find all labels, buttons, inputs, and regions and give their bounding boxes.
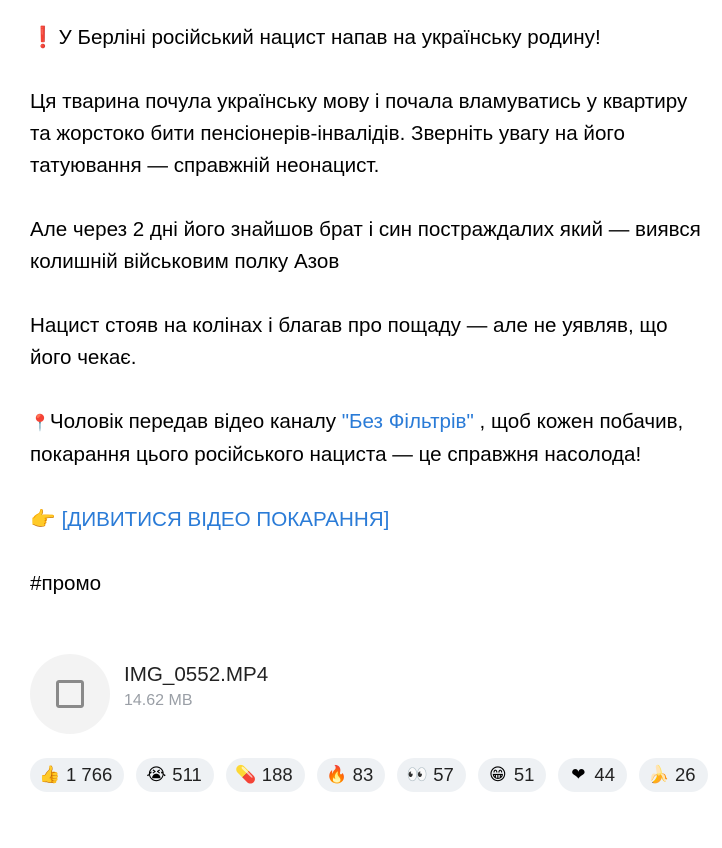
channel-text-before: Чоловік передав відео каналу	[49, 410, 342, 433]
paragraph-watch: 👉 [ДИВИТИСЯ ВІДЕО ПОКАРАННЯ]	[30, 503, 710, 536]
eyes-icon: 👀	[406, 765, 428, 785]
file-info: IMG_0552.MP4 14.62 MB	[124, 662, 268, 712]
reaction-eyes[interactable]: 👀 57	[397, 758, 466, 792]
pill-icon: 💊	[235, 765, 257, 785]
reaction-count: 83	[352, 764, 374, 785]
reaction-fire[interactable]: 🔥 83	[316, 758, 386, 792]
paragraph-knees: Нацист стояв на колінах і благав про пощ…	[30, 314, 674, 369]
paragraph-channel: 📍Чоловік передав відео каналу "Без Фільт…	[30, 406, 710, 471]
reactions-bar: 👍 1 766 😭 511 💊 188 🔥 83 👀 57 😁 51 ❤ 44	[30, 758, 710, 792]
crying-face-icon: 😭	[146, 765, 167, 785]
message-text: ❗ У Берліні російський нацист напав на ук…	[30, 21, 710, 600]
reaction-banana[interactable]: 🍌 26	[638, 758, 708, 792]
grinning-face-icon: 😁	[488, 765, 507, 785]
channel-link[interactable]: "Без Фільтрів"	[342, 410, 474, 433]
file-attachment[interactable]: IMG_0552.MP4 14.62 MB	[30, 652, 430, 736]
banana-icon: 🍌	[648, 765, 670, 785]
pointing-hand-icon: 👉	[30, 507, 56, 531]
thumbs-up-icon: 👍	[39, 765, 61, 785]
reaction-count: 511	[172, 764, 202, 785]
file-size: 14.62 MB	[124, 692, 193, 709]
reaction-crying[interactable]: 😭 511	[136, 758, 214, 792]
file-square-icon	[56, 680, 84, 708]
paragraph-brother: Але через 2 дні його знайшов брат і син …	[30, 218, 707, 273]
paragraph-headline: ❗ У Берліні російський нацист напав на ук…	[30, 21, 710, 54]
reaction-count: 57	[433, 764, 454, 785]
fire-icon: 🔥	[326, 765, 348, 785]
reaction-count: 44	[594, 764, 615, 785]
file-name: IMG_0552.MP4	[124, 663, 269, 686]
file-icon[interactable]	[30, 654, 110, 734]
hashtag-promo[interactable]: #промо	[30, 568, 710, 600]
watch-video-link[interactable]: [ДИВИТИСЯ ВІДЕО ПОКАРАННЯ]	[62, 508, 390, 531]
reaction-thumbs-up[interactable]: 👍 1 766	[30, 758, 125, 792]
pin-icon: 📍	[30, 413, 50, 432]
exclamation-icon: ❗	[30, 25, 56, 49]
headline-text: У Берліні російський нацист напав на укр…	[58, 26, 601, 49]
reaction-count: 188	[261, 764, 293, 785]
reaction-heart[interactable]: ❤ 44	[558, 758, 627, 792]
reaction-grin[interactable]: 😁 51	[477, 758, 547, 792]
reaction-pill[interactable]: 💊 188	[225, 758, 305, 792]
paragraph-description: Ця тварина почула українську мову і поча…	[30, 90, 694, 177]
heart-icon: ❤	[571, 765, 586, 785]
reaction-count: 26	[674, 764, 696, 785]
message-post: ❗ У Берліні російський нацист напав на ук…	[0, 0, 722, 848]
reaction-count: 1 766	[66, 764, 113, 785]
reaction-count: 51	[513, 764, 535, 785]
